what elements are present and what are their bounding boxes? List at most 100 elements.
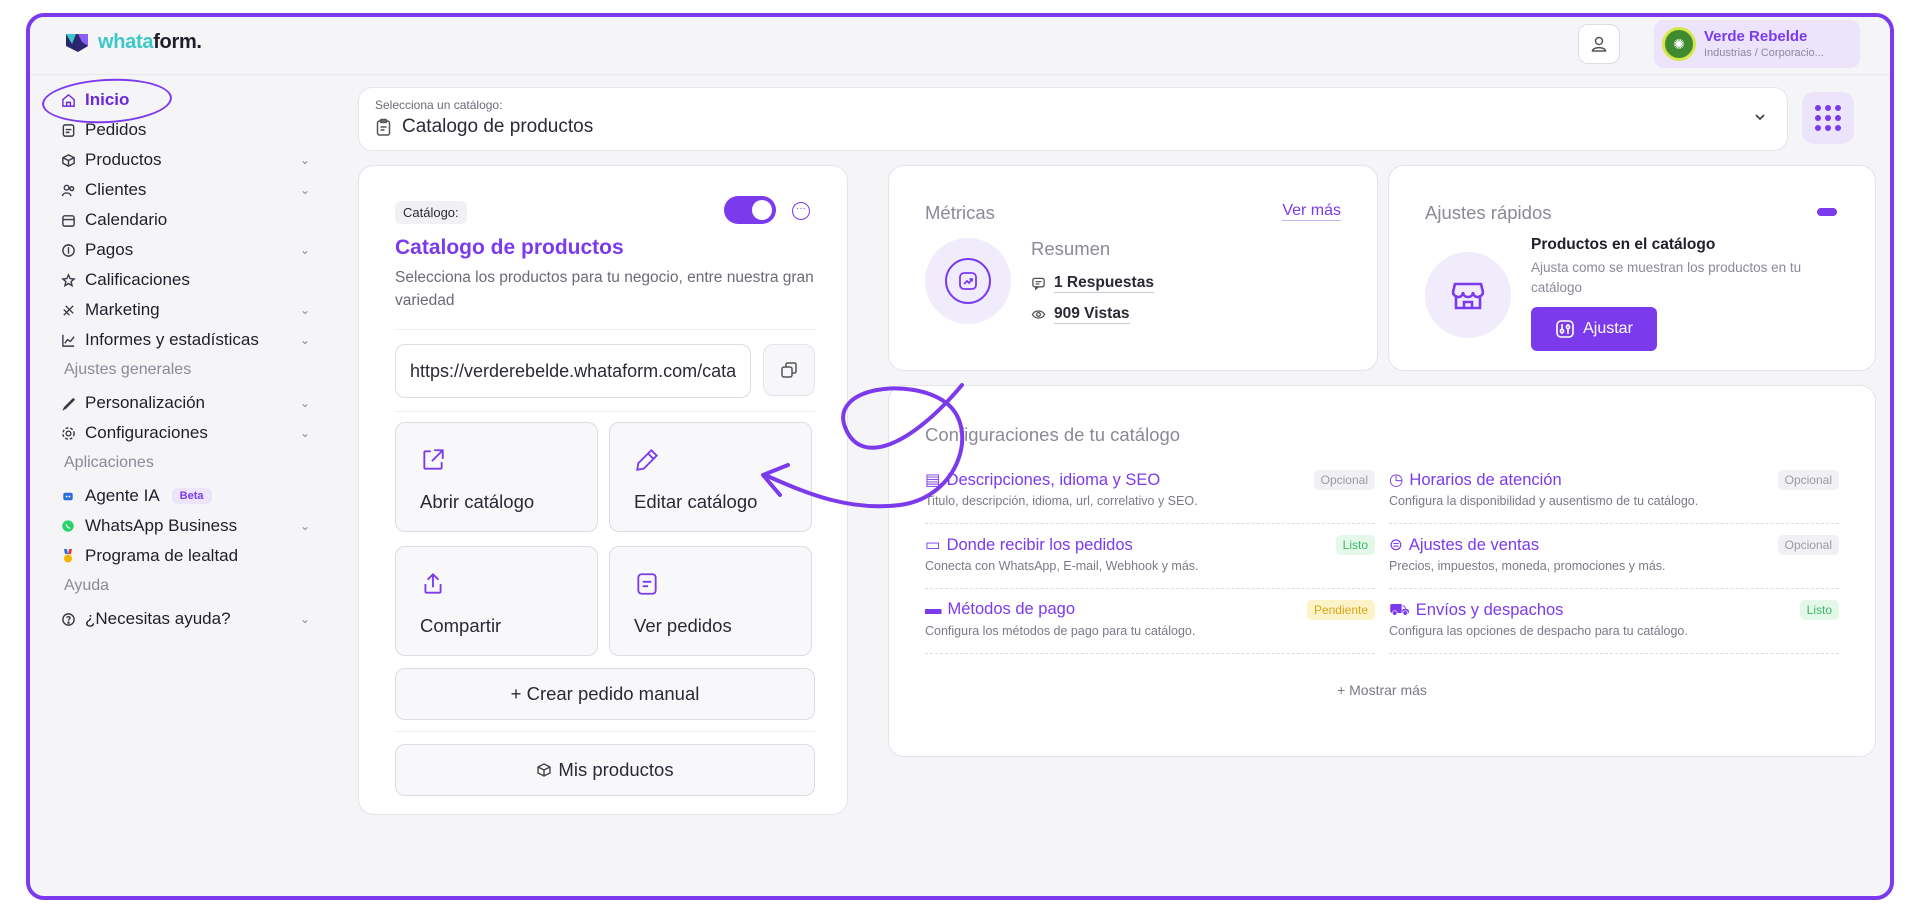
catalog-toggle[interactable] bbox=[724, 196, 776, 224]
logo-prefix: whata bbox=[98, 31, 154, 53]
see-more-link[interactable]: Ver más bbox=[1282, 202, 1341, 221]
orders-icon bbox=[60, 122, 76, 138]
views-stat[interactable]: 909 Vistas bbox=[1031, 305, 1130, 324]
chevron-down-icon[interactable]: ⌄ bbox=[300, 612, 310, 626]
sidebar-item-label: Inicio bbox=[85, 90, 130, 109]
account-switcher[interactable]: ✺ Verde Rebelde Industrias / Corporacio.… bbox=[1654, 20, 1860, 68]
config-item-seo[interactable]: ▤ Descripciones, idioma y SEO Titulo, des… bbox=[925, 462, 1375, 524]
account-avatar: ✺ bbox=[1662, 27, 1696, 61]
catalog-selector[interactable]: Selecciona un catálogo: Catalogo de prod… bbox=[358, 87, 1788, 151]
app-window: whataform. ✺ Verde Rebelde Industrias / … bbox=[26, 13, 1894, 900]
catalog-tag: Catálogo: bbox=[395, 201, 467, 224]
quick-item-title: Productos en el catálogo bbox=[1531, 236, 1716, 253]
sidebar-item-label: Pagos bbox=[85, 240, 134, 259]
view-orders-tile[interactable]: Ver pedidos bbox=[609, 546, 812, 656]
sidebar-item-marketing[interactable]: Marketing ⌄ bbox=[60, 295, 310, 325]
sidebar-item-necesitas-ayuda[interactable]: ¿Necesitas ayuda? ⌄ bbox=[60, 604, 310, 634]
section-ajustes-generales: Ajustes generales bbox=[64, 361, 192, 378]
whatsapp-icon bbox=[60, 518, 76, 534]
sidebar-item-productos[interactable]: Productos ⌄ bbox=[60, 145, 310, 175]
collapse-icon[interactable] bbox=[1817, 208, 1837, 216]
config-item-ventas[interactable]: ⊜ Ajustes de ventas Precios, impuestos, m… bbox=[1389, 527, 1839, 589]
grid-dot bbox=[1825, 105, 1831, 111]
sidebar-item-label: Configuraciones bbox=[85, 423, 208, 442]
chevron-down-icon[interactable]: ⌄ bbox=[300, 426, 310, 440]
chevron-down-icon[interactable]: ⌄ bbox=[300, 183, 310, 197]
logo-text: whataform. bbox=[98, 31, 202, 54]
logo-suffix: form. bbox=[153, 31, 202, 53]
logo[interactable]: whataform. bbox=[64, 31, 202, 54]
edit-catalog-tile[interactable]: Editar catálogo bbox=[609, 422, 812, 532]
top-bar: whataform. ✺ Verde Rebelde Industrias / … bbox=[30, 17, 1890, 75]
chevron-down-icon[interactable]: ⌄ bbox=[300, 519, 310, 533]
open-catalog-tile[interactable]: Abrir catálogo bbox=[395, 422, 598, 532]
chevron-down-icon[interactable]: ⌄ bbox=[300, 303, 310, 317]
clipboard-icon bbox=[376, 118, 391, 136]
config-item-desc: Precios, impuestos, moneda, promociones … bbox=[1389, 559, 1666, 573]
quick-settings-card: Ajustes rápidos Productos en el catálogo… bbox=[1388, 165, 1876, 371]
config-item-horarios[interactable]: ◷ Horarios de atención Configura la dispo… bbox=[1389, 462, 1839, 524]
external-link-icon bbox=[423, 449, 444, 470]
catalog-description: Selecciona los productos para tu negocio… bbox=[395, 269, 814, 309]
metrics-card: Métricas Ver más Resumen 1 Respuestas 90… bbox=[888, 165, 1378, 371]
divider bbox=[395, 329, 815, 330]
create-manual-order-label: + Crear pedido manual bbox=[510, 683, 700, 704]
sidebar-item-label: Informes y estadísticas bbox=[85, 330, 259, 349]
sidebar-item-agente-ia[interactable]: Agente IA Beta bbox=[60, 481, 310, 511]
quick-item-description: Ajusta como se muestran los productos en… bbox=[1531, 260, 1802, 295]
config-item-pedidos[interactable]: ▭ Donde recibir los pedidos Conecta con W… bbox=[925, 527, 1375, 589]
sidebar-item-calendario[interactable]: Calendario bbox=[60, 205, 310, 235]
sidebar-item-configuraciones[interactable]: Configuraciones ⌄ bbox=[60, 418, 310, 448]
clients-icon bbox=[60, 182, 76, 198]
sidebar-item-informes[interactable]: Informes y estadísticas ⌄ bbox=[60, 325, 310, 355]
marketing-icon bbox=[60, 302, 76, 318]
catalog-url-input[interactable] bbox=[395, 344, 751, 398]
chevron-down-icon[interactable]: ⌄ bbox=[300, 333, 310, 347]
sidebar-item-personalizacion[interactable]: Personalización ⌄ bbox=[60, 388, 310, 418]
apps-grid-button[interactable] bbox=[1802, 92, 1854, 144]
chevron-down-icon[interactable]: ⌄ bbox=[300, 153, 310, 167]
logo-icon bbox=[66, 33, 88, 52]
brush-icon bbox=[60, 395, 76, 411]
config-item-envios[interactable]: ⛟ Envíos y despachos Configura las opcion… bbox=[1389, 592, 1839, 654]
more-options-icon[interactable]: ··· bbox=[792, 202, 810, 220]
box-icon bbox=[537, 763, 552, 777]
document-icon: ▤ bbox=[925, 471, 941, 489]
sidebar-item-clientes[interactable]: Clientes ⌄ bbox=[60, 175, 310, 205]
chevron-down-icon[interactable]: ⌄ bbox=[300, 396, 310, 410]
section-aplicaciones: Aplicaciones bbox=[64, 454, 154, 471]
chevron-down-icon[interactable]: ⌄ bbox=[300, 243, 310, 257]
divider bbox=[395, 411, 815, 412]
create-manual-order-button[interactable]: + Crear pedido manual bbox=[395, 668, 815, 720]
status-badge: Listo bbox=[1335, 535, 1375, 555]
edit-catalog-label: Editar catálogo bbox=[634, 491, 758, 512]
sidebar-item-label: Calificaciones bbox=[85, 270, 190, 289]
sidebar-item-label: Pedidos bbox=[85, 120, 147, 139]
sidebar-item-pagos[interactable]: Pagos ⌄ bbox=[60, 235, 310, 265]
copy-url-button[interactable] bbox=[763, 344, 815, 396]
catalog-selector-label: Selecciona un catálogo: bbox=[375, 98, 503, 112]
user-profile-button[interactable] bbox=[1578, 24, 1620, 64]
config-item-desc: Titulo, descripción, idioma, url, correl… bbox=[925, 494, 1198, 508]
sidebar-item-inicio[interactable]: Inicio bbox=[60, 85, 310, 115]
config-item-pagos[interactable]: ▬ Métodos de pago Configura los métodos d… bbox=[925, 592, 1375, 654]
config-item-name: Descripciones, idioma y SEO bbox=[946, 470, 1161, 489]
grid-dot bbox=[1815, 115, 1821, 121]
adjust-button[interactable]: Ajustar bbox=[1531, 307, 1657, 351]
products-icon bbox=[60, 152, 76, 168]
sidebar-item-label: ¿Necesitas ayuda? bbox=[85, 609, 231, 628]
clock-icon: ◷ bbox=[1389, 471, 1404, 489]
sliders-icon bbox=[1556, 320, 1574, 338]
sidebar-item-whatsapp[interactable]: WhatsApp Business ⌄ bbox=[60, 511, 310, 541]
show-more-button[interactable]: + Mostrar más bbox=[889, 682, 1875, 698]
my-products-button[interactable]: Mis productos bbox=[395, 744, 815, 796]
share-tile[interactable]: Compartir bbox=[395, 546, 598, 656]
sidebar-item-pedidos[interactable]: Pedidos bbox=[60, 115, 310, 145]
section-ayuda: Ayuda bbox=[64, 577, 110, 594]
sidebar-item-calificaciones[interactable]: Calificaciones bbox=[60, 265, 310, 295]
sidebar-item-lealtad[interactable]: Programa de lealtad bbox=[60, 541, 310, 571]
sidebar-item-label: WhatsApp Business bbox=[85, 516, 238, 535]
status-badge: Opcional bbox=[1777, 470, 1839, 490]
sidebar-item-label: Agente IA bbox=[85, 486, 160, 505]
responses-stat[interactable]: 1 Respuestas bbox=[1031, 274, 1154, 293]
